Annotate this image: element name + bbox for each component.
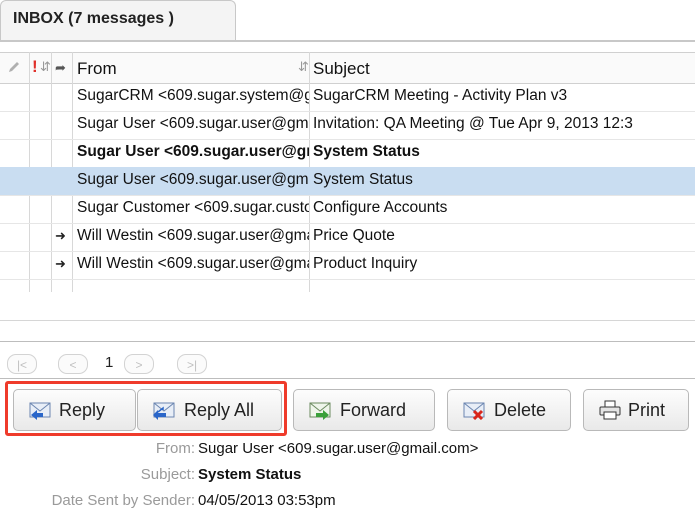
- forward-icon: [309, 402, 331, 420]
- message-row[interactable]: Sugar User <609.sugar.user@gmail.com>Inv…: [0, 111, 695, 140]
- pencil-icon[interactable]: [7, 60, 23, 76]
- message-row[interactable]: Sugar User <609.sugar.user@gmail.com>Sys…: [0, 167, 695, 196]
- message-subject: System Status: [313, 143, 420, 160]
- column-subject[interactable]: Subject: [313, 59, 370, 79]
- detail-subject-label: Subject:: [140, 466, 195, 483]
- detail-from-value: Sugar User <609.sugar.user@gmail.com>: [198, 440, 479, 457]
- tab-divider: [0, 40, 695, 42]
- detail-from-row: From: Sugar User <609.sugar.user@gmail.c…: [0, 440, 695, 460]
- detail-date-label: Date Sent by Sender:: [51, 492, 195, 509]
- print-button[interactable]: Print: [583, 389, 689, 431]
- forward-label: Forward: [340, 400, 407, 420]
- detail-from-label: From:: [155, 440, 195, 457]
- message-from: Sugar Customer <609.sugar.customer@gmail…: [77, 199, 309, 216]
- detail-subject-row: Subject: System Status: [0, 466, 695, 486]
- exclamation-icon[interactable]: !: [32, 57, 38, 77]
- toolbar-top-border: [0, 378, 695, 379]
- message-grid-header: ! ⇵ ➦ From ⇵ Subject: [0, 52, 695, 84]
- reply-buttons-highlight: [5, 381, 287, 436]
- message-row[interactable]: ➜ Will Westin <609.sugar.user@gmail.com>P…: [0, 223, 695, 252]
- forward-arrow-icon: ➜: [55, 228, 66, 243]
- message-subject: Product Inquiry: [313, 255, 418, 272]
- print-label: Print: [628, 400, 666, 420]
- column-from[interactable]: From: [77, 59, 117, 79]
- message-subject: SugarCRM Meeting - Activity Plan v3: [313, 87, 568, 104]
- reply-status-icon[interactable]: ➦: [55, 60, 66, 76]
- message-from: Will Westin <609.sugar.user@gmail.com>: [77, 227, 309, 244]
- message-row[interactable]: SugarCRM <609.sugar.system@gmail.com>Sug…: [0, 83, 695, 112]
- first-page-button[interactable]: |<: [7, 354, 37, 374]
- message-from: SugarCRM <609.sugar.system@gmail.com>: [77, 87, 309, 104]
- delete-label: Delete: [494, 400, 547, 420]
- pager-top-border: [0, 341, 695, 342]
- message-subject: System Status: [313, 171, 413, 188]
- sort-arrows-icon[interactable]: ⇵: [298, 59, 309, 75]
- last-page-button[interactable]: >|: [177, 354, 207, 374]
- grid-bottom-border: [0, 320, 695, 321]
- forward-button[interactable]: Forward: [293, 389, 435, 431]
- detail-subject-value: System Status: [198, 466, 302, 483]
- message-subject: Price Quote: [313, 227, 395, 244]
- detail-date-value: 04/05/2013 03:53pm: [198, 492, 336, 509]
- inbox-tab[interactable]: INBOX (7 messages ): [0, 0, 236, 40]
- delete-button[interactable]: Delete: [447, 389, 571, 431]
- message-row[interactable]: ➜ Will Westin <609.sugar.user@gmail.com>P…: [0, 251, 695, 280]
- sort-arrows-icon[interactable]: ⇵: [40, 59, 51, 75]
- inbox-tab-label: INBOX (7 messages ): [13, 10, 174, 27]
- message-from: Sugar User <609.sugar.user@gmail.com>: [77, 143, 309, 160]
- printer-icon: [599, 400, 621, 420]
- message-from: Sugar User <609.sugar.user@gmail.com>: [77, 115, 309, 132]
- delete-icon: [463, 402, 485, 420]
- prev-page-button[interactable]: <: [58, 354, 88, 374]
- message-row[interactable]: Sugar Customer <609.sugar.customer@gmail…: [0, 195, 695, 224]
- detail-date-row: Date Sent by Sender: 04/05/2013 03:53pm: [0, 492, 695, 512]
- page-number: 1: [105, 354, 114, 371]
- message-from: Will Westin <609.sugar.user@gmail.com>: [77, 255, 309, 272]
- message-row[interactable]: Sugar User <609.sugar.user@gmail.com>Sys…: [0, 139, 695, 168]
- message-from: Sugar User <609.sugar.user@gmail.com>: [77, 171, 309, 188]
- message-subject: Invitation: QA Meeting @ Tue Apr 9, 2013…: [313, 115, 633, 132]
- next-page-button[interactable]: >: [124, 354, 154, 374]
- forward-arrow-icon: ➜: [55, 256, 66, 271]
- message-subject: Configure Accounts: [313, 199, 448, 216]
